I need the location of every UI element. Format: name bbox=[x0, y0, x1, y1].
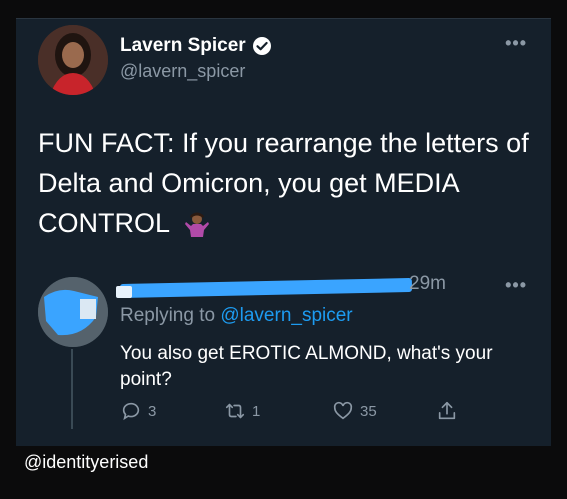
watermark: @identityerised bbox=[24, 452, 149, 472]
author-avatar[interactable] bbox=[38, 25, 108, 95]
author-name-row: Lavern Spicer bbox=[120, 35, 272, 57]
share-icon bbox=[438, 401, 456, 420]
shrug-emoji-icon bbox=[184, 212, 209, 237]
replying-to-handle[interactable]: @lavern_spicer bbox=[220, 305, 352, 326]
share-action[interactable] bbox=[436, 400, 458, 422]
reply-icon bbox=[122, 402, 140, 421]
tweet-body: FUN FACT: If you rearrange the letters o… bbox=[38, 123, 538, 243]
redacted-username-start bbox=[116, 286, 132, 298]
reply-text: You also get EROTIC ALMOND, what's your … bbox=[120, 343, 493, 390]
thread-line bbox=[71, 349, 73, 429]
reply-action[interactable]: 3 bbox=[120, 400, 156, 422]
more-icon[interactable]: ••• bbox=[505, 33, 527, 54]
like-count: 35 bbox=[360, 402, 377, 420]
more-icon[interactable]: ••• bbox=[505, 275, 527, 296]
like-action[interactable]: 35 bbox=[332, 400, 377, 422]
retweet-action[interactable]: 1 bbox=[224, 400, 260, 422]
tweet-card: Lavern Spicer @lavern_spicer ••• FUN FAC… bbox=[16, 18, 551, 446]
reply-timestamp[interactable]: 29m bbox=[409, 273, 446, 295]
reply-count: 3 bbox=[148, 402, 157, 420]
redacted-username bbox=[119, 277, 413, 299]
replying-to: Replying to @lavern_spicer bbox=[120, 305, 353, 327]
reply-avatar[interactable] bbox=[38, 277, 108, 347]
verified-badge-icon bbox=[252, 37, 271, 55]
replying-to-prefix: Replying to bbox=[120, 305, 216, 326]
tweet-text: FUN FACT: If you rearrange the letters o… bbox=[38, 128, 529, 238]
retweet-icon bbox=[225, 403, 245, 419]
author-handle[interactable]: @lavern_spicer bbox=[120, 61, 245, 82]
author-name[interactable]: Lavern Spicer bbox=[120, 35, 246, 57]
reply-actions: 3 1 35 bbox=[120, 400, 460, 424]
like-icon bbox=[333, 401, 353, 420]
retweet-count: 1 bbox=[252, 402, 261, 420]
